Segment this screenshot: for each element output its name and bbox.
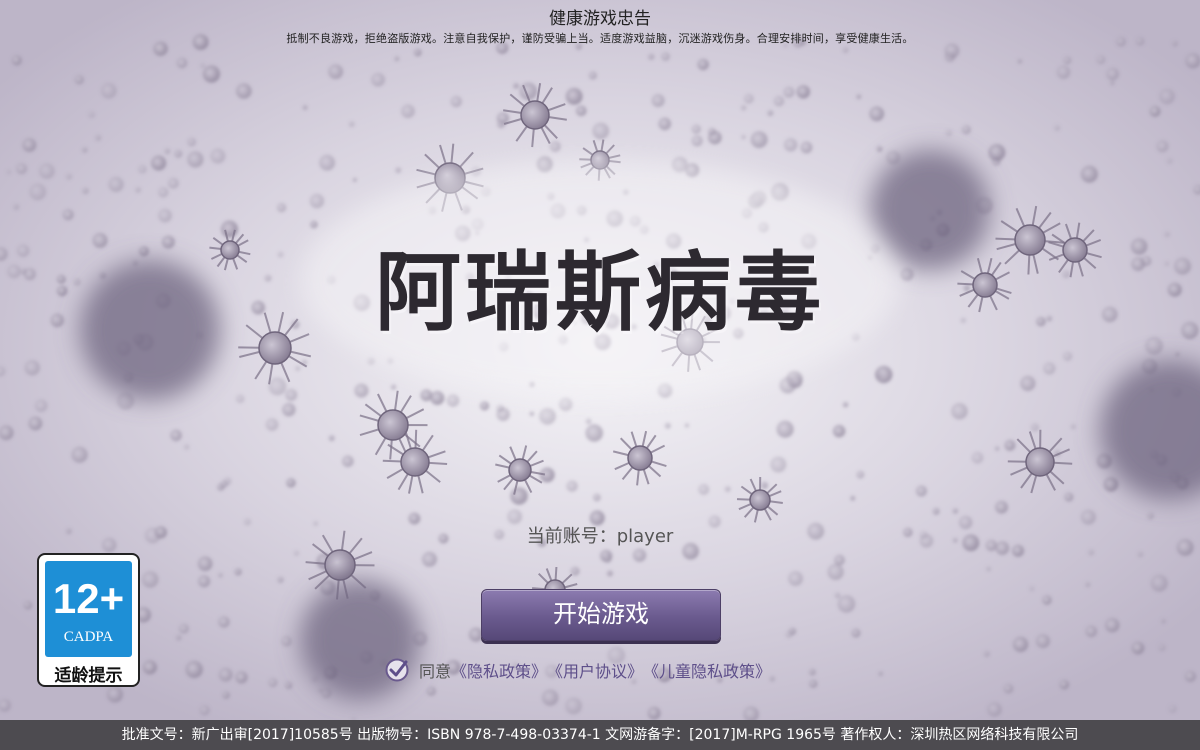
game-title: 阿瑞斯病毒	[375, 243, 825, 343]
age-rating-panel: 12+ CADPA	[45, 561, 132, 657]
user-agreement-link[interactable]: 《用户协议》	[547, 658, 643, 682]
agreement-row: 同意 《隐私政策》 《用户协议》 《儿童隐私政策》	[385, 656, 771, 684]
privacy-policy-link[interactable]: 《隐私政策》	[451, 658, 547, 682]
age-rating-label: 适龄提示	[54, 666, 123, 686]
age-rating-org: CADPA	[63, 629, 114, 645]
footer-license-info: 批准文号：新广出审[2017]10585号 出版物号：ISBN 978-7-49…	[0, 720, 1200, 750]
current-account: 当前账号：player	[0, 522, 1200, 548]
age-rating-badge[interactable]: 12+ CADPA 适龄提示	[37, 553, 140, 687]
age-rating-value: 12+	[52, 575, 125, 622]
start-game-button[interactable]: 开始游戏	[481, 589, 721, 641]
child-privacy-policy-link[interactable]: 《儿童隐私政策》	[643, 658, 771, 682]
account-value: player	[616, 526, 674, 547]
agree-prefix: 同意	[419, 662, 452, 681]
checkbox-checked-icon[interactable]	[385, 658, 409, 682]
account-label: 当前账号：	[526, 526, 617, 547]
health-notice-body: 抵制不良游戏，拒绝盗版游戏。注意自我保护，谨防受骗上当。适度游戏益脑，沉迷游戏伤…	[286, 32, 914, 45]
health-notice-title: 健康游戏忠告	[549, 9, 651, 29]
